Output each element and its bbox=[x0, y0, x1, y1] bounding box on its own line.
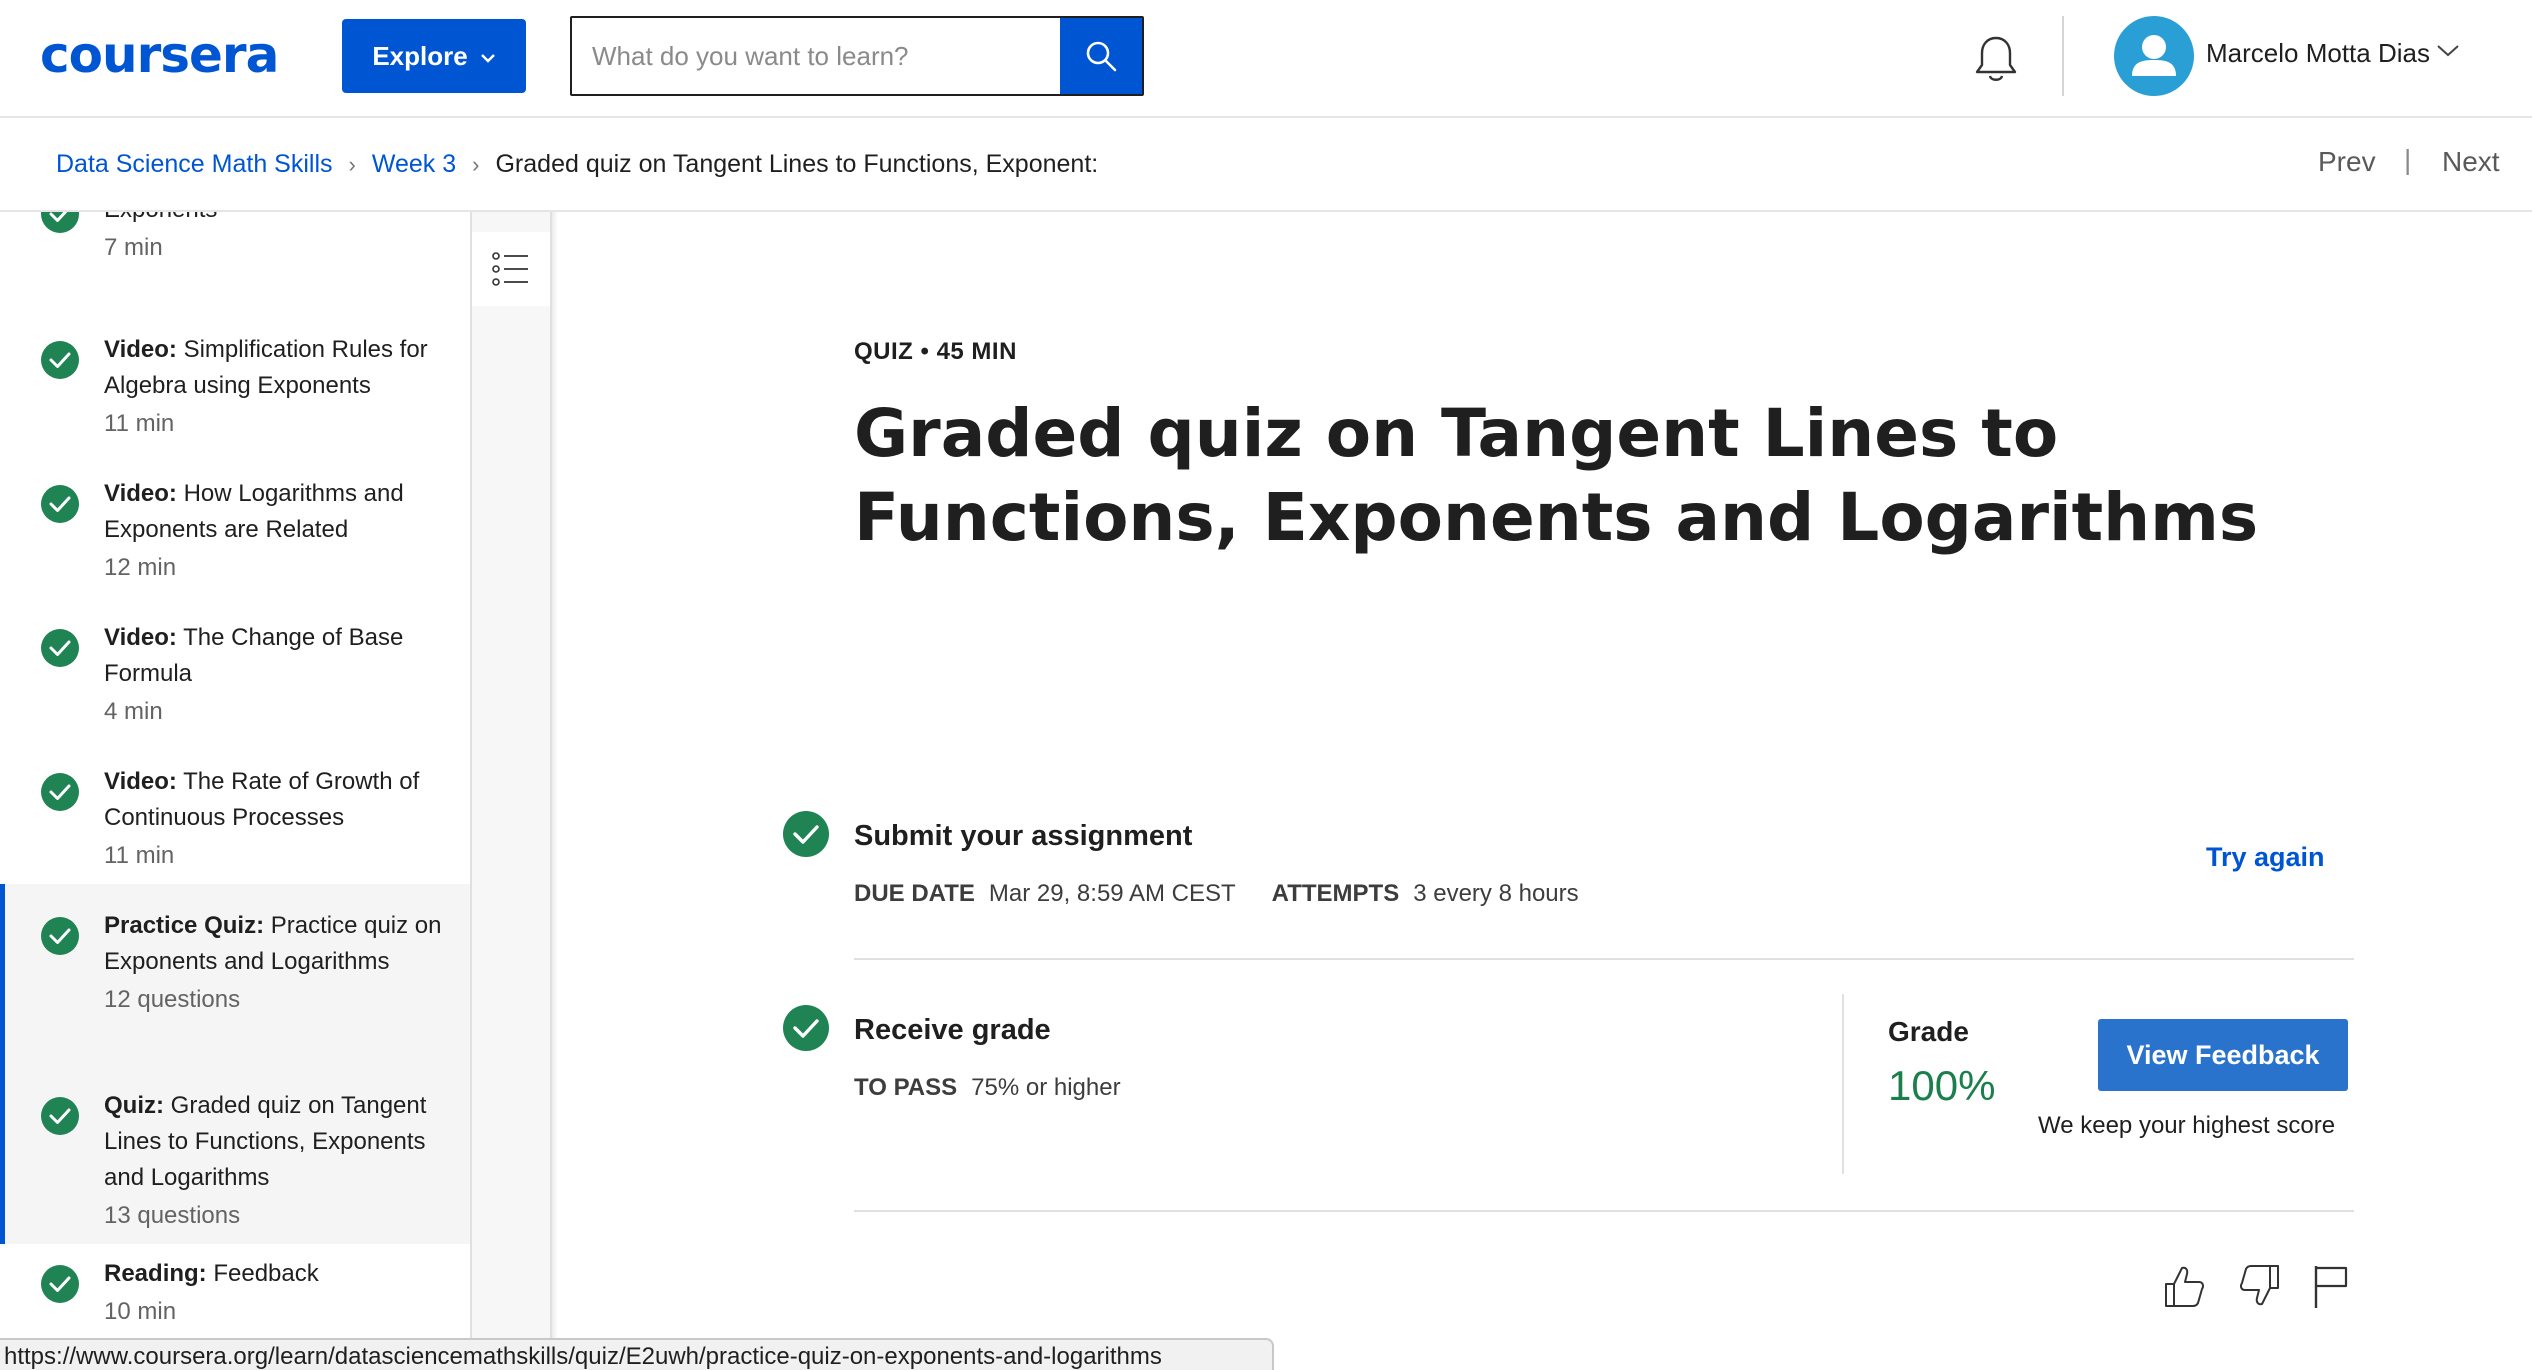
breadcrumb-bar: Data Science Math Skills › Week 3 › Grad… bbox=[0, 120, 2532, 212]
check-circle-icon bbox=[783, 811, 829, 857]
search-icon bbox=[1086, 41, 1117, 72]
sidebar-item-type: Practice Quiz: bbox=[104, 912, 265, 939]
explore-label: Explore bbox=[372, 40, 468, 71]
sidebar-item-graded-quiz[interactable]: Quiz: Graded quiz on Tangent Lines to Fu… bbox=[0, 1064, 470, 1244]
status-url-bar: https://www.coursera.org/learn/datascien… bbox=[0, 1338, 1274, 1370]
prev-next-separator: | bbox=[2404, 144, 2412, 175]
chevron-right-icon: › bbox=[472, 151, 480, 177]
sidebar-item-practice-quiz[interactable]: Practice Quiz: Practice quiz on Exponent… bbox=[0, 884, 470, 1064]
user-avatar[interactable] bbox=[2114, 16, 2194, 96]
receive-grade-title: Receive grade bbox=[854, 1014, 1051, 1046]
sidebar-item[interactable]: Exponents 7 min bbox=[0, 212, 470, 332]
coursera-logo[interactable]: coursera bbox=[40, 26, 279, 84]
check-circle-icon bbox=[41, 212, 79, 233]
sidebar-item-type: Reading: bbox=[104, 1260, 207, 1287]
check-circle-icon bbox=[41, 629, 79, 667]
sidebar-item-type: Video: bbox=[104, 768, 177, 795]
to-pass-label: TO PASS bbox=[854, 1074, 958, 1101]
sidebar-item-type: Quiz: bbox=[104, 1092, 164, 1119]
sidebar-item-meta: 12 questions bbox=[104, 986, 241, 1013]
attempts-label: ATTEMPTS bbox=[1271, 880, 1400, 907]
chevron-down-icon[interactable] bbox=[2436, 44, 2460, 63]
grade-label: Grade bbox=[1888, 1016, 1969, 1047]
thumbs-up-icon[interactable] bbox=[2162, 1262, 2206, 1310]
breadcrumb-week-link[interactable]: Week 3 bbox=[372, 150, 456, 179]
sidebar-item-label: Feedback bbox=[213, 1260, 319, 1287]
view-feedback-button[interactable]: View Feedback bbox=[2098, 1019, 2348, 1091]
toc-toggle-button[interactable] bbox=[472, 232, 550, 306]
explore-button[interactable]: Explore bbox=[342, 19, 526, 93]
pass-meta: TO PASS 75% or higher bbox=[854, 1074, 1121, 1102]
submit-assignment-title: Submit your assignment bbox=[854, 820, 1193, 852]
chevron-right-icon: › bbox=[348, 151, 356, 177]
search-input[interactable] bbox=[572, 18, 1060, 94]
sidebar-item[interactable]: Video: The Rate of Growth of Continuous … bbox=[0, 752, 470, 896]
sidebar-item-meta: 7 min bbox=[104, 234, 163, 261]
sidebar-item-type: Video: bbox=[104, 480, 177, 507]
list-icon bbox=[492, 252, 528, 286]
sidebar-item-meta: 12 min bbox=[104, 554, 177, 581]
sidebar-item-type: Video: bbox=[104, 624, 177, 651]
page-title: Graded quiz on Tangent Lines to Function… bbox=[854, 395, 2259, 556]
breadcrumb-current: Graded quiz on Tangent Lines to Function… bbox=[495, 150, 1099, 178]
sidebar-item-meta: 13 questions bbox=[104, 1202, 241, 1229]
submit-meta: DUE DATE Mar 29, 8:59 AM CEST ATTEMPTS 3 ev… bbox=[854, 880, 1579, 908]
sidebar-item[interactable]: Video: The Change of Base Formula 4 min bbox=[0, 608, 470, 752]
check-circle-icon bbox=[41, 485, 79, 523]
check-circle-icon bbox=[41, 341, 79, 379]
flag-icon[interactable] bbox=[2310, 1262, 2354, 1310]
search-button[interactable] bbox=[1060, 18, 1142, 94]
sidebar-item[interactable]: Video: How Logarithms and Exponents are … bbox=[0, 464, 470, 608]
sidebar-item-label: Exponents bbox=[104, 212, 217, 223]
due-date-label: DUE DATE bbox=[854, 880, 975, 907]
course-sidebar: Exponents 7 min Video: Simplification Ru… bbox=[0, 212, 472, 1370]
check-circle-icon bbox=[41, 1097, 79, 1135]
breadcrumb: Data Science Math Skills › Week 3 › Grad… bbox=[56, 150, 1098, 179]
to-pass-value: 75% or higher bbox=[971, 1074, 1121, 1101]
divider bbox=[854, 958, 2354, 960]
grade-divider bbox=[1842, 994, 1844, 1174]
check-circle-icon bbox=[41, 917, 79, 955]
notifications-bell-icon[interactable] bbox=[1972, 34, 2020, 86]
thumbs-down-icon[interactable] bbox=[2238, 1262, 2282, 1310]
user-name[interactable]: Marcelo Motta Dias bbox=[2206, 38, 2430, 69]
top-header: coursera Explore Marcelo Motta Dias bbox=[0, 0, 2532, 118]
due-date-value: Mar 29, 8:59 AM CEST bbox=[988, 880, 1236, 907]
header-divider bbox=[2062, 16, 2064, 96]
search-box bbox=[570, 16, 1144, 96]
next-button[interactable]: Next bbox=[2442, 146, 2500, 178]
sidebar-item-meta: 11 min bbox=[104, 410, 175, 437]
breadcrumb-course-link[interactable]: Data Science Math Skills bbox=[56, 150, 333, 179]
try-again-button[interactable]: Try again bbox=[2206, 842, 2325, 873]
attempts-value: 3 every 8 hours bbox=[1413, 880, 1579, 907]
check-circle-icon bbox=[41, 773, 79, 811]
highest-score-note: We keep your highest score bbox=[2038, 1112, 2336, 1139]
toc-rail bbox=[472, 212, 552, 1370]
rail-shadow bbox=[552, 212, 558, 1370]
chevron-down-icon bbox=[480, 47, 496, 68]
sidebar-item[interactable]: Video: Simplification Rules for Algebra … bbox=[0, 320, 470, 464]
check-circle-icon bbox=[41, 1265, 79, 1303]
check-circle-icon bbox=[783, 1005, 829, 1051]
sidebar-item-meta: 10 min bbox=[104, 1298, 177, 1325]
divider bbox=[854, 1210, 2354, 1212]
item-kicker: QUIZ • 45 MIN bbox=[854, 338, 1017, 365]
sidebar-item-meta: 4 min bbox=[104, 698, 163, 725]
grade-value: 100% bbox=[1888, 1062, 1996, 1109]
prev-button[interactable]: Prev bbox=[2318, 146, 2376, 178]
sidebar-item-type: Video: bbox=[104, 336, 177, 363]
sidebar-item-meta: 11 min bbox=[104, 842, 175, 869]
